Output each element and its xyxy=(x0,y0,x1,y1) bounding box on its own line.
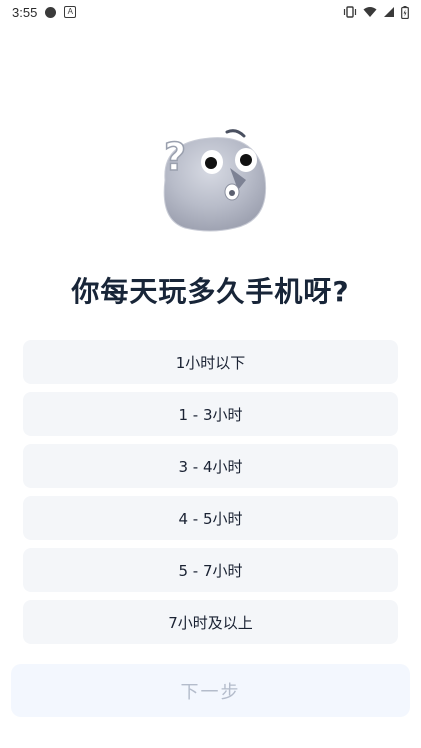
option-4-5h[interactable]: 4 - 5小时 xyxy=(23,496,398,540)
option-7h-plus[interactable]: 7小时及以上 xyxy=(23,600,398,644)
question-title: 你每天玩多久手机呀? xyxy=(71,275,350,308)
signal-icon xyxy=(383,6,395,18)
next-step-button[interactable]: 下一步 xyxy=(11,664,410,717)
vibrate-icon xyxy=(343,6,357,18)
option-5-7h[interactable]: 5 - 7小时 xyxy=(23,548,398,592)
circle-icon xyxy=(45,6,57,18)
battery-icon xyxy=(401,5,409,19)
gesture-bar xyxy=(0,740,421,748)
options-list: 1小时以下 1 - 3小时 3 - 4小时 4 - 5小时 5 - 7小时 7小… xyxy=(23,340,398,652)
option-1-3h[interactable]: 1 - 3小时 xyxy=(23,392,398,436)
confused-face-mascot-icon: ? xyxy=(150,120,275,235)
option-3-4h[interactable]: 3 - 4小时 xyxy=(23,444,398,488)
option-under-1h[interactable]: 1小时以下 xyxy=(23,340,398,384)
a-notification-icon: A xyxy=(64,6,77,18)
status-right xyxy=(343,5,409,19)
status-bar: 3:55 A xyxy=(0,0,421,24)
svg-text:?: ? xyxy=(164,135,186,179)
status-time: 3:55 xyxy=(12,4,38,20)
status-left: 3:55 A xyxy=(12,4,77,20)
wifi-icon xyxy=(363,6,377,18)
